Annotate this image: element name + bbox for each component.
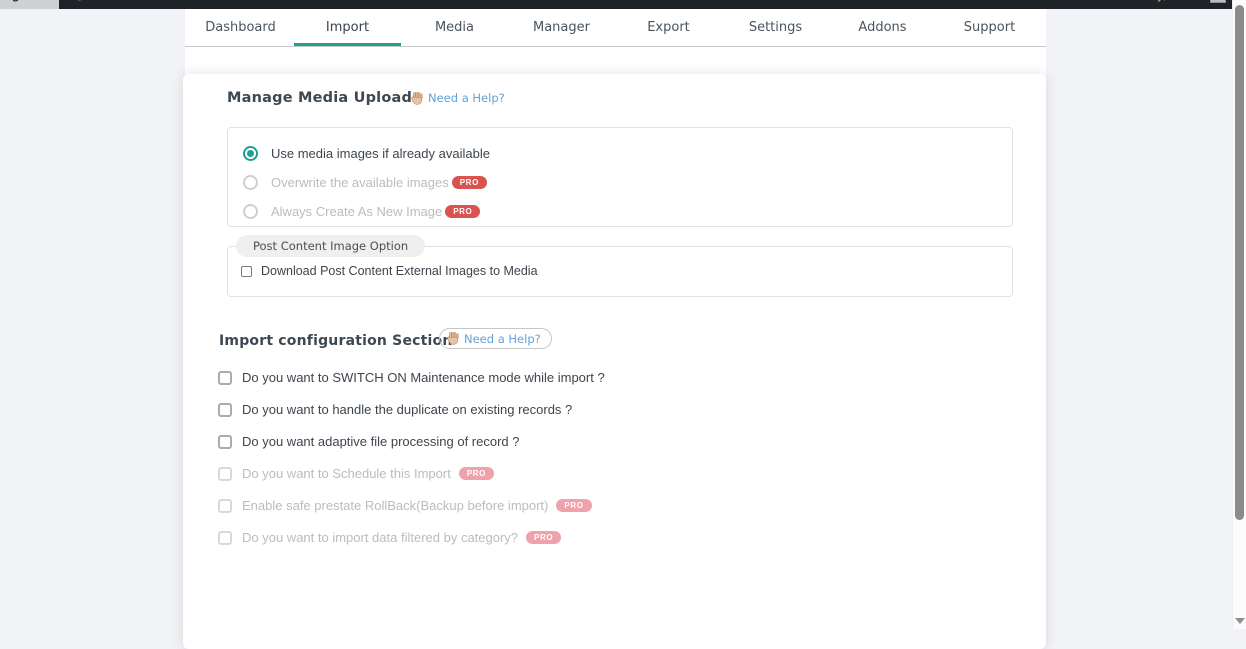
page-scrollbar[interactable] xyxy=(1232,0,1246,629)
pro-badge: PRO xyxy=(459,467,494,480)
import-settings-card: Manage Media Uploads Need a Help? Use me… xyxy=(183,74,1046,649)
pro-badge: PRO xyxy=(445,205,480,218)
media-options-box: Use media images if already available Ov… xyxy=(227,127,1013,227)
site-name-menu[interactable]: g asdf xyxy=(0,0,59,9)
comments-menu[interactable]: 0 xyxy=(111,0,135,2)
config-schedule-import[interactable]: Do you want to Schedule this Import PRO xyxy=(218,466,605,481)
checkbox-unchecked-icon[interactable] xyxy=(218,467,232,481)
option-label: Always Create As New Image xyxy=(271,204,442,219)
new-content-button[interactable]: + New xyxy=(149,0,183,2)
media-help-link[interactable]: Need a Help? xyxy=(411,91,505,105)
plugin-nav-tabs: Dashboard Import Media Manager Export Se… xyxy=(185,9,1046,47)
avatar[interactable] xyxy=(1210,0,1226,3)
download-external-images-option[interactable]: Download Post Content External Images to… xyxy=(228,264,1012,278)
tab-settings[interactable]: Settings xyxy=(722,9,829,46)
scroll-down-arrow-icon[interactable] xyxy=(1235,618,1245,624)
hand-icon xyxy=(411,92,423,105)
updates-menu[interactable]: 3 xyxy=(73,0,97,2)
checkbox-unchecked-icon[interactable] xyxy=(218,435,232,449)
pro-badge: PRO xyxy=(526,531,561,544)
import-config-list: Do you want to SWITCH ON Maintenance mod… xyxy=(218,370,605,545)
tab-support[interactable]: Support xyxy=(936,9,1043,46)
tab-import[interactable]: Import xyxy=(294,9,401,46)
tab-addons[interactable]: Addons xyxy=(829,9,936,46)
post-content-legend: Post Content Image Option xyxy=(236,235,425,257)
updates-icon xyxy=(73,0,86,2)
checkbox-unchecked-icon[interactable] xyxy=(218,403,232,417)
media-uploads-title: Manage Media Uploads xyxy=(227,90,421,106)
pro-badge: PRO xyxy=(556,499,591,512)
config-filter-by-category[interactable]: Do you want to import data filtered by c… xyxy=(218,530,605,545)
config-label: Do you want to SWITCH ON Maintenance mod… xyxy=(242,370,605,385)
option-always-create-new[interactable]: Always Create As New Image PRO xyxy=(243,197,1012,226)
checkbox-unchecked-icon[interactable] xyxy=(218,371,232,385)
comment-count: 0 xyxy=(128,0,135,2)
config-maintenance-mode[interactable]: Do you want to SWITCH ON Maintenance mod… xyxy=(218,370,605,385)
media-help-label: Need a Help? xyxy=(428,91,505,105)
checkbox-unchecked-icon[interactable] xyxy=(218,499,232,513)
radio-unselected-icon[interactable] xyxy=(243,175,258,190)
hand-icon xyxy=(447,332,459,345)
download-external-images-label: Download Post Content External Images to… xyxy=(261,264,538,278)
config-label: Do you want to handle the duplicate on e… xyxy=(242,402,572,417)
config-label: Enable safe prestate RollBack(Backup bef… xyxy=(242,498,548,513)
comments-icon xyxy=(111,0,124,2)
radio-unselected-icon[interactable] xyxy=(243,204,258,219)
import-help-button[interactable]: Need a Help? xyxy=(439,328,552,349)
tab-dashboard[interactable]: Dashboard xyxy=(187,9,294,46)
option-label: Overwrite the available images xyxy=(271,175,449,190)
wp-admin-bar: g asdf 3 0 + New Howdy, admin xyxy=(0,0,1232,9)
config-label: Do you want to import data filtered by c… xyxy=(242,530,518,545)
config-handle-duplicates[interactable]: Do you want to handle the duplicate on e… xyxy=(218,402,605,417)
option-overwrite-images[interactable]: Overwrite the available images PRO xyxy=(243,168,1012,197)
import-help-label: Need a Help? xyxy=(464,332,541,346)
scrollbar-thumb[interactable] xyxy=(1235,5,1244,520)
config-label: Do you want to Schedule this Import xyxy=(242,466,451,481)
pro-badge: PRO xyxy=(452,176,487,189)
update-count: 3 xyxy=(90,0,97,2)
config-safe-rollback[interactable]: Enable safe prestate RollBack(Backup bef… xyxy=(218,498,605,513)
import-config-title: Import configuration Section xyxy=(219,333,453,349)
checkbox-unchecked-icon[interactable] xyxy=(218,531,232,545)
config-label: Do you want adaptive file processing of … xyxy=(242,434,520,449)
checkbox-unchecked-icon[interactable] xyxy=(241,266,252,277)
option-label: Use media images if already available xyxy=(271,146,490,161)
option-use-media-images[interactable]: Use media images if already available xyxy=(243,139,1012,168)
howdy-admin-menu[interactable]: Howdy, admin xyxy=(1127,0,1202,2)
new-content-label: + New xyxy=(149,0,183,2)
tab-media[interactable]: Media xyxy=(401,9,508,46)
tab-manager[interactable]: Manager xyxy=(508,9,615,46)
tab-export[interactable]: Export xyxy=(615,9,722,46)
radio-selected-icon[interactable] xyxy=(243,146,258,161)
config-adaptive-processing[interactable]: Do you want adaptive file processing of … xyxy=(218,434,605,449)
